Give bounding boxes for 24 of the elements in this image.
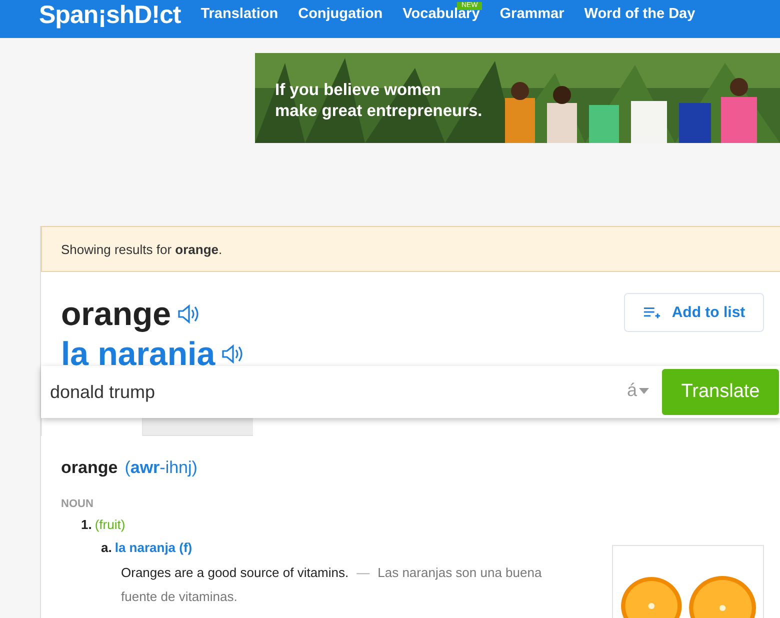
sense-number: 1.	[81, 517, 92, 532]
headword: orange	[61, 294, 172, 334]
ad-headline: If you believe women make great entrepreneurs.	[275, 80, 482, 122]
notice-text: Showing results for orange.	[61, 242, 222, 256]
logo[interactable]: Span¡shD!ct	[39, 0, 181, 30]
entry-word: orange	[61, 458, 118, 478]
list-add-icon	[642, 306, 660, 320]
speaker-icon[interactable]	[177, 304, 200, 324]
advertisement-banner[interactable]: If you believe women make great entrepreneurs.	[255, 53, 780, 143]
sense-context: (fruit)	[94, 517, 126, 532]
example-sentence: Oranges are a good source of vitamins. — Las naranjas son una buena fuente de vitaminas.	[120, 564, 543, 606]
caret-icon	[639, 388, 649, 394]
part-of-speech: NOUN	[61, 498, 94, 510]
translate-button[interactable]: Translate	[662, 369, 779, 415]
translation-letter: a.	[101, 540, 112, 555]
add-to-list-button[interactable]: Add to list	[624, 293, 764, 332]
nav-link[interactable]: Word of the Day	[584, 6, 696, 22]
nav-link[interactable]: Conjugation	[298, 6, 383, 22]
speaker-icon[interactable]	[221, 344, 244, 364]
nav-link[interactable]: Grammar	[500, 6, 564, 22]
spanish-word-link[interactable]: la naranja (f)	[114, 540, 192, 555]
accent-menu[interactable]: á	[626, 380, 649, 401]
pronunciation: (awr-ihnj)	[124, 458, 198, 478]
nav-link[interactable]: Translation	[200, 6, 278, 22]
